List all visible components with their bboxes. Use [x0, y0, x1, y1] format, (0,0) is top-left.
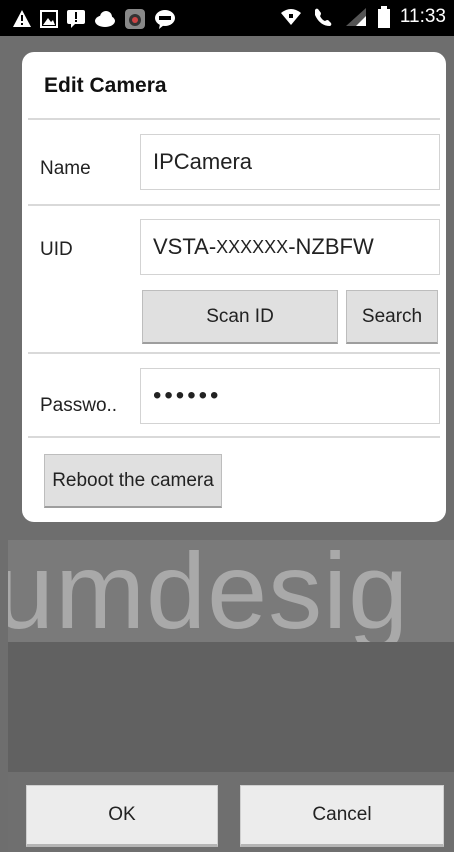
game-app-icon — [124, 8, 146, 30]
watermark-banner: umdesig — [8, 540, 454, 642]
alert-icon — [66, 9, 86, 29]
dialog-title: Edit Camera — [44, 74, 167, 97]
clock: 11:33 — [399, 6, 446, 27]
watermark-text: umdesig — [8, 540, 410, 642]
uid-prefix: VSTA- — [153, 234, 217, 259]
call-icon — [312, 6, 334, 28]
name-input[interactable]: IPCamera — [140, 134, 440, 190]
uid-label: UID — [40, 239, 73, 260]
edit-camera-dialog: Edit Camera Name IPCamera UID VSTA- XXXXX… — [22, 52, 446, 522]
system-icons: 11:33 — [280, 6, 446, 28]
name-label: Name — [40, 158, 91, 179]
cancel-button[interactable]: Cancel — [240, 785, 444, 847]
scan-id-button[interactable]: Scan ID — [142, 290, 338, 344]
name-value: IPCamera — [153, 149, 253, 174]
notification-icons — [12, 8, 176, 30]
ok-button[interactable]: OK — [26, 785, 218, 847]
title-divider — [28, 118, 440, 120]
reboot-camera-button[interactable]: Reboot the camera — [44, 454, 222, 508]
password-input[interactable]: •••••• — [140, 368, 440, 424]
uid-suffix: -NZBFW — [288, 234, 374, 259]
signal-icon — [344, 7, 368, 27]
uid-mask: XXXXXX — [216, 236, 289, 257]
name-divider — [28, 204, 440, 206]
cloud-icon — [94, 10, 116, 28]
status-bar: 11:33 — [0, 0, 454, 36]
uid-input[interactable]: VSTA- XXXXXX -NZBFW — [140, 219, 440, 275]
password-value: •••••• — [153, 382, 222, 409]
image-icon — [40, 10, 58, 28]
footer-bar: OK Cancel — [8, 772, 454, 852]
line-icon — [154, 9, 176, 29]
search-button[interactable]: Search — [346, 290, 438, 344]
password-divider — [28, 436, 440, 438]
warning-icon — [12, 9, 32, 29]
wifi-icon — [280, 8, 302, 26]
background-panel — [8, 642, 454, 772]
password-label: Passwo.. — [40, 395, 118, 416]
battery-icon — [377, 6, 390, 28]
uid-divider — [28, 352, 440, 354]
